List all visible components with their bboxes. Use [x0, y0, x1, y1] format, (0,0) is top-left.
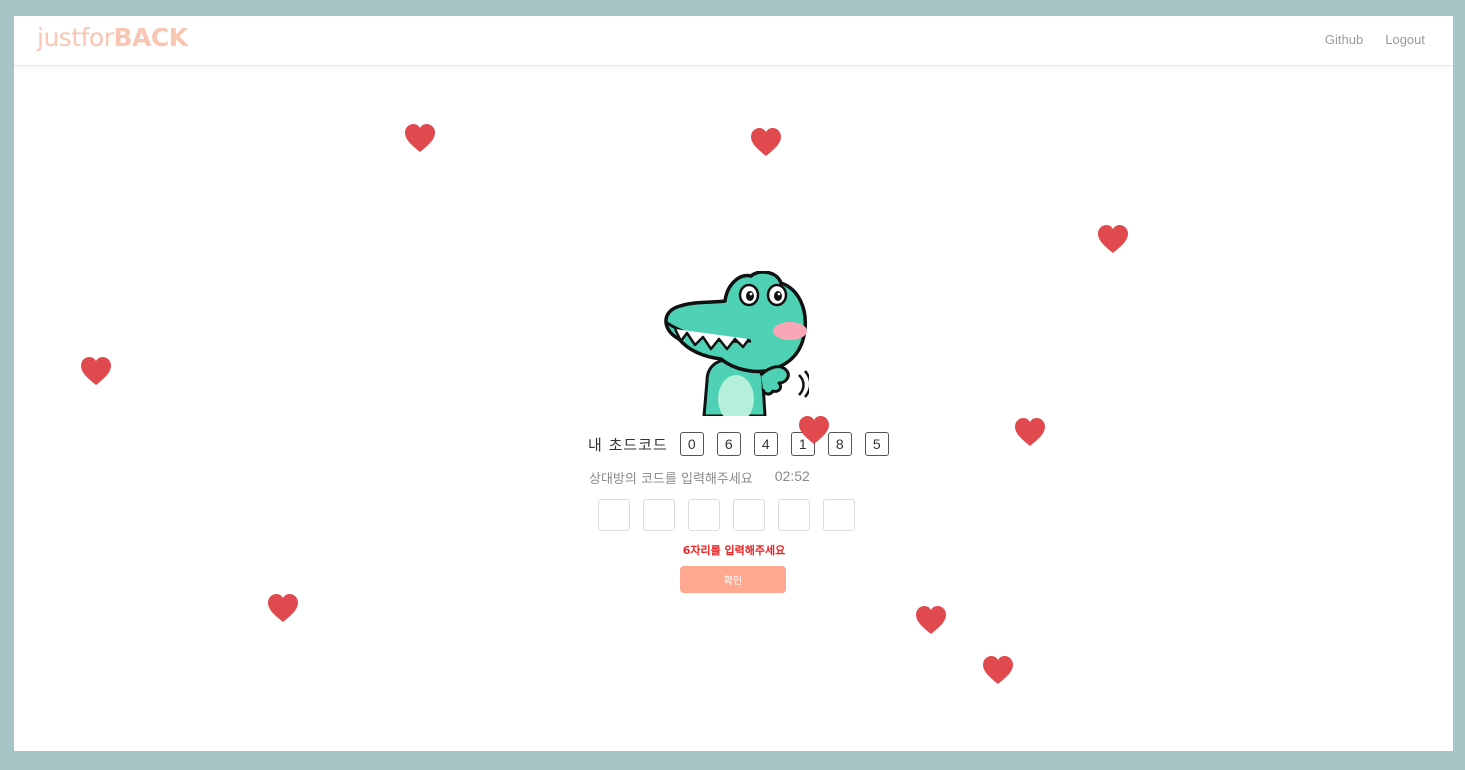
brand-logo[interactable]: justforBACK: [37, 23, 188, 52]
nav-links: Github Logout: [1325, 32, 1425, 47]
heart-icon: [405, 124, 435, 152]
heart-icon: [916, 606, 946, 634]
heart-icon: [751, 128, 781, 156]
heart-icon: [799, 416, 829, 444]
github-link[interactable]: Github: [1325, 32, 1363, 47]
validation-error: 6자리를 입력해주세요: [682, 544, 786, 557]
my-code-digit: 5: [864, 432, 889, 456]
heart-icon: [983, 656, 1013, 684]
my-code-row: 내 초드코드 0 6 4 1 8 5: [588, 431, 902, 457]
my-code-digit: 0: [679, 432, 704, 456]
partner-code-input[interactable]: [688, 499, 720, 531]
partner-code-input[interactable]: [643, 499, 675, 531]
partner-code-input[interactable]: [598, 499, 630, 531]
heart-icon: [1015, 418, 1045, 446]
my-code-digit: 4: [753, 432, 778, 456]
heart-icon: [81, 357, 111, 385]
partner-code-input[interactable]: [733, 499, 765, 531]
heart-icon: [1098, 225, 1128, 253]
my-code-digit: 6: [716, 432, 741, 456]
logout-link[interactable]: Logout: [1385, 32, 1425, 47]
brand-logo-bold: BACK: [113, 23, 189, 52]
my-code-label: 내 초드코드: [588, 435, 668, 454]
partner-code-input[interactable]: [823, 499, 855, 531]
app-window: justforBACK Github Logout 내 초드코드 0 6 4 1…: [14, 16, 1453, 751]
dinosaur-character-icon: [664, 271, 809, 416]
partner-code-input[interactable]: [778, 499, 810, 531]
partner-code-prompt-row: 상대방의 코드를 입력해주세요 02:52: [589, 468, 810, 487]
navbar: justforBACK Github Logout: [14, 16, 1453, 66]
countdown-timer: 02:52: [774, 468, 810, 484]
partner-code-prompt: 상대방의 코드를 입력해주세요: [589, 472, 753, 487]
my-code-digit: 8: [827, 432, 852, 456]
heart-icon: [268, 594, 298, 622]
brand-logo-light: justfor: [37, 23, 114, 52]
partner-code-inputs: [598, 499, 855, 531]
confirm-button[interactable]: 확인: [680, 566, 786, 593]
